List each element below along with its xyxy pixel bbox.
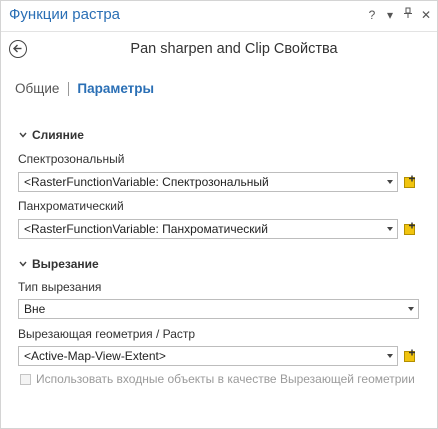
pin-icon[interactable] [403, 7, 413, 23]
panchromatic-label: Панхроматический [18, 199, 124, 213]
section-merge-header[interactable]: Слияние [18, 128, 84, 142]
tab-separator [68, 81, 70, 96]
dropdown-arrow-icon [387, 227, 393, 231]
section-clip-title: Вырезание [32, 257, 99, 271]
pane-title-bar: Функции растра ? ▾ ✕ [1, 1, 437, 32]
dropdown-arrow-icon [408, 307, 414, 311]
chevron-down-icon [19, 132, 27, 138]
add-variable-icon[interactable] [404, 349, 417, 362]
clip-type-value: Вне [24, 302, 46, 316]
properties-title: Pan sharpen and Clip Свойства [130, 41, 338, 57]
use-input-features-option: Использовать входные объекты в качестве … [20, 372, 415, 386]
clip-type-dropdown[interactable]: Вне [18, 299, 419, 319]
dropdown-arrow-icon [387, 180, 393, 184]
close-icon[interactable]: ✕ [421, 7, 431, 23]
panchromatic-value: <RasterFunctionVariable: Панхроматически… [24, 222, 268, 236]
options-menu-icon[interactable]: ▾ [385, 7, 395, 23]
panchromatic-dropdown[interactable]: <RasterFunctionVariable: Панхроматически… [18, 219, 398, 239]
multispectral-label: Спектрозональный [18, 152, 125, 166]
add-variable-icon[interactable] [404, 175, 417, 188]
use-input-features-label: Использовать входные объекты в качестве … [36, 372, 415, 386]
multispectral-dropdown[interactable]: <RasterFunctionVariable: Спектрозональны… [18, 172, 398, 192]
pane-controls: ? ▾ ✕ [367, 7, 431, 23]
use-input-features-checkbox[interactable] [20, 373, 31, 385]
chevron-down-icon [19, 261, 27, 267]
clip-type-label: Тип вырезания [18, 280, 102, 294]
multispectral-value: <RasterFunctionVariable: Спектрозональны… [24, 175, 269, 189]
tab-general[interactable]: Общие [15, 81, 59, 96]
tab-parameters[interactable]: Параметры [77, 81, 154, 96]
clip-geometry-label: Вырезающая геометрия / Растр [18, 327, 196, 341]
properties-header: Pan sharpen and Clip Свойства [1, 37, 437, 63]
help-icon[interactable]: ? [367, 7, 377, 23]
properties-tabs: Общие Параметры [15, 81, 154, 96]
dropdown-arrow-icon [387, 354, 393, 358]
raster-functions-pane: Функции растра ? ▾ ✕ Pan sharpen and Cli… [0, 0, 438, 429]
clip-geometry-value: <Active-Map-View-Extent> [24, 349, 166, 363]
section-merge-title: Слияние [32, 128, 84, 142]
add-variable-icon[interactable] [404, 222, 417, 235]
pane-title: Функции растра [9, 6, 121, 23]
clip-geometry-dropdown[interactable]: <Active-Map-View-Extent> [18, 346, 398, 366]
section-clip-header[interactable]: Вырезание [18, 257, 99, 271]
